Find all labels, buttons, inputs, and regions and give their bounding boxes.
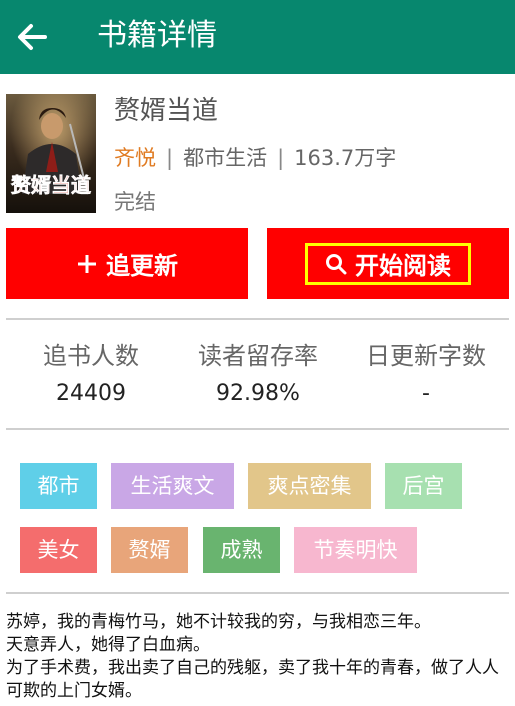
intro-line: 为了手术费，我出卖了自己的残躯，卖了我十年的青春，做了人人可欺的上门女婿。 xyxy=(6,658,499,701)
tag-chip[interactable]: 节奏明快 xyxy=(294,527,417,573)
tag-chip[interactable]: 爽点密集 xyxy=(248,463,371,509)
book-title: 赘婿当道 xyxy=(114,96,219,126)
divider xyxy=(6,592,509,594)
tag-chip[interactable]: 赘婿 xyxy=(111,527,188,573)
category-label: 都市生活 xyxy=(183,146,268,170)
follow-update-label: 追更新 xyxy=(106,252,178,280)
tag-chip[interactable]: 生活爽文 xyxy=(111,463,234,509)
stat-label: 读者留存率 xyxy=(198,342,318,370)
author-link[interactable]: 齐悦 xyxy=(114,146,156,170)
cover-title: 赘婿当道 xyxy=(10,173,91,197)
book-intro: 苏婷，我的青梅竹马，她不计较我的穷，与我相恋三年。 天意弄人，她得了白血病。 为… xyxy=(6,611,511,703)
start-reading-label: 开始阅读 xyxy=(355,252,451,280)
stat-value: 24409 xyxy=(56,381,126,406)
start-reading-highlight: 开始阅读 xyxy=(305,242,471,285)
plus-icon xyxy=(76,253,98,275)
follow-update-button[interactable]: 追更新 xyxy=(6,228,248,299)
meta-separator: | xyxy=(277,146,285,170)
book-meta: 齐悦 | 都市生活 | 163.7万字 xyxy=(114,142,396,174)
book-cover[interactable]: 赘婿当道 xyxy=(6,94,96,213)
stat-value: - xyxy=(422,381,430,406)
divider xyxy=(6,318,509,320)
stat-label: 追书人数 xyxy=(43,342,139,370)
stat-retention: 读者留存率 92.98% xyxy=(173,338,343,412)
divider xyxy=(6,428,509,430)
tag-chip[interactable]: 后宫 xyxy=(385,463,462,509)
status-label: 完结 xyxy=(114,190,156,214)
arrow-left-icon xyxy=(18,24,47,50)
start-reading-button[interactable]: 开始阅读 xyxy=(267,228,509,299)
stat-value: 92.98% xyxy=(216,381,300,406)
intro-line: 天意弄人，她得了白血病。 xyxy=(6,635,210,655)
intro-line: 苏婷，我的青梅竹马，她不计较我的穷，与我相恋三年。 xyxy=(6,612,431,632)
search-icon xyxy=(325,253,347,275)
app-bar: 书籍详情 xyxy=(0,0,515,74)
tag-chip[interactable]: 美女 xyxy=(20,527,97,573)
back-button[interactable] xyxy=(12,17,52,57)
tag-chip[interactable]: 成熟 xyxy=(203,527,280,573)
tag-chip[interactable]: 都市 xyxy=(20,463,97,509)
stat-followers: 追书人数 24409 xyxy=(6,338,176,412)
word-count: 163.7万字 xyxy=(294,146,397,170)
stat-daily-words: 日更新字数 - xyxy=(341,338,511,412)
stat-label: 日更新字数 xyxy=(366,342,486,370)
meta-separator: | xyxy=(166,146,174,170)
page-title: 书籍详情 xyxy=(97,18,217,53)
cover-image: 赘婿当道 xyxy=(6,94,96,213)
